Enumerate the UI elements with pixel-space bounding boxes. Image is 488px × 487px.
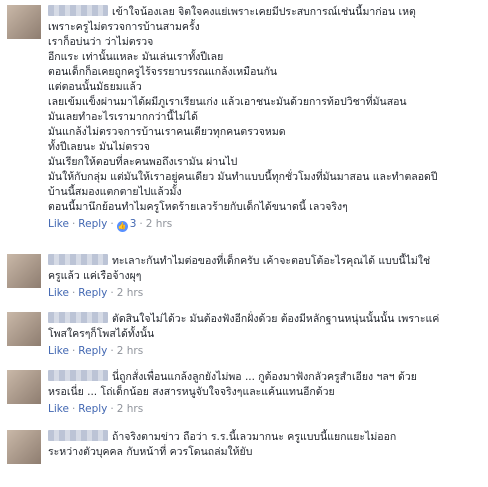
comment-actions: Like · Reply · 2 hrs [48,344,480,358]
timestamp[interactable]: 2 hrs [146,218,172,230]
separator: · [71,287,76,299]
separator: · [139,218,143,230]
commenter-name-redacted[interactable] [48,312,108,323]
timestamp[interactable]: 2 hrs [117,403,143,415]
comment-body: เข้าใจน้องเลย จิตใจคงแย่เพราะเคยมีประสบก… [48,5,480,232]
comment-text-line: บ้านนี้สมองแตกตายไปแล้วมั้ง [48,186,182,198]
avatar[interactable] [7,370,41,404]
comment-text-line: ตอนเด็กก็อเคยถูกครูไร้จรรยาบรรณแกล้งเหมื… [48,66,278,78]
comment-text-line: แต่ตอนนั้นมัธยมแล้ว [48,81,142,93]
comment-actions: Like · Reply · 2 hrs [48,402,480,416]
commenter-name-redacted[interactable] [48,254,108,265]
comment-text-line: มันแกล้งไม่ตรวจการบ้านเราคนเดียวทุกคนตรว… [48,126,286,138]
comment-body: ถ้าจริงตามข่าว ถือว่า ร.ร.นี้เลวมากนะ คร… [48,430,480,460]
separator: · [110,218,114,230]
separator: · [110,403,114,415]
comment-text-line: เข้าใจน้องเลย จิตใจคงแย่เพราะเคยมีประสบก… [112,6,416,18]
like-button[interactable]: Like [48,345,69,357]
reaction-count[interactable]: 3 [130,218,137,230]
comment-thread: เข้าใจน้องเลย จิตใจคงแย่เพราะเคยมีประสบก… [0,0,488,487]
avatar[interactable] [7,312,41,346]
reply-button[interactable]: Reply [78,345,107,357]
comment-text-line: ครูแล้ว แค่เรือจ้างผุๆ [48,270,142,282]
reply-button[interactable]: Reply [78,218,107,230]
comment-text-line: เพราะครูไม่ตรวจการบ้านสามครั้ง [48,21,200,33]
comment-text-line: ตอนนี้มานึกย้อนทำไมครูโหดร้ายเลวร้ายกับเ… [48,201,348,213]
comment-body: ตัดสินใจไม่ได้วะ มันต้องฟังอีกฝั่งด้วย ต… [48,312,480,358]
reply-button[interactable]: Reply [78,403,107,415]
comment-text-line: เราก็อบ่นว่า ว่าไม่ตรวจ [48,36,154,48]
avatar[interactable] [7,430,41,464]
comment-text-line: ทั้งปีเลยนะ มันไม่ตรวจ [48,141,150,153]
separator: · [110,345,114,357]
like-button[interactable]: Like [48,403,69,415]
timestamp[interactable]: 2 hrs [117,345,143,357]
separator: · [71,218,76,230]
commenter-name-redacted[interactable] [48,5,108,16]
commenter-name-redacted[interactable] [48,430,108,441]
separator: · [110,287,114,299]
reply-button[interactable]: Reply [78,287,107,299]
comment-text-line: ตัดสินใจไม่ได้วะ มันต้องฟังอีกฝั่งด้วย ต… [112,313,440,325]
comment-actions: Like · Reply · 2 hrs [48,286,480,300]
like-button[interactable]: Like [48,218,69,230]
comment-text-line: เลยเข้มแข็งผ่านมาได้ผมีภูเราเรียนเก่ง แล… [48,96,407,108]
like-button[interactable]: Like [48,287,69,299]
comment-body: ทะเลาะกันทำไมต่อของที่เด็กครับ เค้าจะตอบ… [48,254,480,300]
comment-text-line: นี่ถูกสั่งเพื่อนแกล้งลูกยังไม่พอ ... กูต… [112,371,417,383]
thumbs-up-icon[interactable]: 👍 [116,221,128,232]
comment-text-line: ระหว่างตัวบุคคล กับหน้าที่ ควรโดนถล่มให้… [48,446,253,458]
comment-text-line: มันเลยทำอะไรเรามากกว่านี้ไม่ได้ [48,111,198,123]
comment-body: นี่ถูกสั่งเพื่อนแกล้งลูกยังไม่พอ ... กูต… [48,370,480,416]
comment-text-line: อีกแระ เท่านั้นแหละ มันเล่นเราทั้งปีเลย [48,51,224,63]
separator: · [71,345,76,357]
commenter-name-redacted[interactable] [48,370,108,381]
comment-text-line: มันเรียกให้ตอบที่ละคนพอถึงเรามัน ผ่านไป [48,156,238,168]
comment-text-line: หรอเนี่ย ... โถ่เด็กน้อย สงสารหนูจับใจจร… [48,386,335,398]
separator: · [71,403,76,415]
avatar[interactable] [7,5,41,39]
timestamp[interactable]: 2 hrs [117,287,143,299]
comment-text-line: ถ้าจริงตามข่าว ถือว่า ร.ร.นี้เลวมากนะ คร… [112,431,397,443]
comment-text-line: ทะเลาะกันทำไมต่อของที่เด็กครับ เค้าจะตอบ… [112,255,431,267]
comment-actions: Like · Reply · 👍 3 · 2 hrs [48,217,480,232]
comment-text-line: มันให้กับกลุ่ม แต่มันให้เราอยู่คนเดียว ม… [48,171,438,183]
comment-text-line: โพสใครๆก็โพสได้ทั้งนั้น [48,328,155,340]
avatar[interactable] [7,254,41,288]
